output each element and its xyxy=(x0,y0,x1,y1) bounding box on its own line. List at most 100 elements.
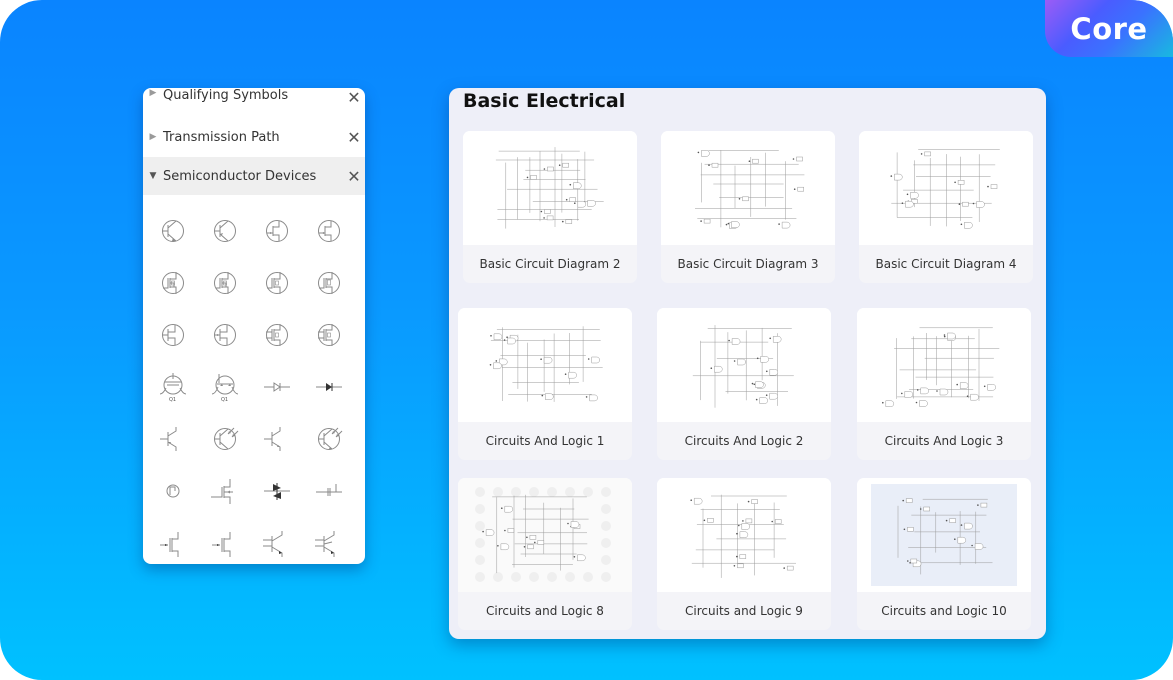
symbol-dual-gate-mosfet-q1[interactable]: Q1 xyxy=(147,361,199,413)
category-label: Transmission Path xyxy=(163,129,280,145)
circuit-diagram-preview xyxy=(871,484,1017,586)
n-jfet-icon xyxy=(266,220,288,242)
template-thumbnail xyxy=(857,308,1031,422)
template-card[interactable]: Circuits and Logic 9 xyxy=(657,478,831,630)
close-icon[interactable]: ✕ xyxy=(343,128,365,147)
close-icon[interactable]: ✕ xyxy=(343,167,365,186)
p-mosfet-enh-icon xyxy=(214,272,236,294)
template-card[interactable]: Basic Circuit Diagram 2 xyxy=(463,131,637,283)
n-mosfet-sub-icon xyxy=(266,324,288,346)
symbol-diac[interactable] xyxy=(251,465,303,517)
symbol-n-jfet-alt[interactable] xyxy=(147,309,199,361)
symbol-n-mosfet-bare[interactable] xyxy=(147,517,199,564)
circuit-diagram-preview xyxy=(458,308,632,422)
circuit-diagram-preview xyxy=(661,131,835,245)
npn-multi-emitter-icon xyxy=(263,531,283,557)
template-card[interactable]: Circuits and Logic 10 xyxy=(857,478,1031,630)
template-card[interactable]: Circuits and Logic 8 xyxy=(458,478,632,630)
symbol-dual-gate-mosfet-q1-alt[interactable]: Q1 xyxy=(199,361,251,413)
symbol-n-mosfet-dep[interactable] xyxy=(251,257,303,309)
svg-text:Q1: Q1 xyxy=(221,397,228,403)
n-mosfet-enh-icon xyxy=(162,272,184,294)
template-thumbnail xyxy=(661,131,835,245)
template-caption: Circuits and Logic 9 xyxy=(685,604,803,618)
symbol-grid: Q1 Q1 xyxy=(143,205,365,564)
symbol-phototransistor[interactable] xyxy=(199,413,251,465)
symbol-n-mosfet-enh[interactable] xyxy=(147,257,199,309)
symbol-phototransistor-alt[interactable] xyxy=(303,413,355,465)
triangle-down-icon: ▼ xyxy=(149,171,157,181)
circuit-diagram-preview xyxy=(657,478,831,592)
symbol-pnp-transistor[interactable] xyxy=(199,205,251,257)
template-caption: Circuits and Logic 8 xyxy=(486,604,604,618)
symbol-p-mosfet-dep[interactable] xyxy=(303,257,355,309)
p-mosfet-sub-icon xyxy=(318,324,340,346)
template-caption: Circuits And Logic 1 xyxy=(485,434,605,448)
pnp-multi-emitter-icon xyxy=(315,531,335,557)
category-semiconductor-devices[interactable]: ▼ Semiconductor Devices ✕ xyxy=(143,157,365,195)
template-card[interactable]: Basic Circuit Diagram 4 xyxy=(859,131,1033,283)
diode-icon xyxy=(264,382,290,392)
circuit-diagram-preview xyxy=(859,131,1033,245)
template-caption: Basic Circuit Diagram 2 xyxy=(479,257,621,271)
template-caption: Basic Circuit Diagram 3 xyxy=(677,257,819,271)
npn-transistor-bare-icon xyxy=(160,427,177,451)
section-title: Basic Electrical xyxy=(463,90,626,112)
symbol-p-mosfet-bare[interactable] xyxy=(199,517,251,564)
diode-filled-icon xyxy=(316,383,342,391)
diac-icon xyxy=(264,483,290,500)
dual-gate-mosfet-q1-icon: Q1 xyxy=(159,373,187,403)
svg-text:Q1: Q1 xyxy=(169,397,176,403)
category-qualifying-symbols[interactable]: ▶ Qualifying Symbols ✕ xyxy=(143,88,365,108)
templates-panel: Basic Electrical Basic Circuit Diagram 2… xyxy=(449,88,1046,639)
badge-label: Core xyxy=(1070,11,1148,46)
igfet-icon xyxy=(211,479,233,504)
triangle-right-icon: ▶ xyxy=(149,132,157,142)
template-thumbnail xyxy=(458,478,632,592)
symbol-pnp-multi-emitter[interactable] xyxy=(303,517,355,564)
pnp-transistor-bare-icon xyxy=(264,427,281,451)
circuit-diagram-preview xyxy=(657,308,831,422)
n-jfet-alt-icon xyxy=(162,324,184,346)
circuit-diagram-preview xyxy=(857,308,1031,422)
symbol-n-jfet[interactable] xyxy=(251,205,303,257)
symbol-library-panel: ▶ Qualifying Symbols ✕ ▶ Transmission Pa… xyxy=(143,88,365,564)
template-thumbnail xyxy=(657,478,831,592)
symbol-p-mosfet-enh[interactable] xyxy=(199,257,251,309)
symbol-p-mosfet-sub[interactable] xyxy=(303,309,355,361)
triangle-right-icon: ▶ xyxy=(149,88,157,98)
symbol-tunnel-device[interactable] xyxy=(147,465,199,517)
symbol-varactor[interactable] xyxy=(303,465,355,517)
template-caption: Circuits and Logic 10 xyxy=(881,604,1007,618)
template-card[interactable]: Circuits And Logic 2 xyxy=(657,308,831,460)
category-label: Semiconductor Devices xyxy=(163,168,317,184)
circuit-diagram-preview xyxy=(458,478,632,592)
phototransistor-alt-icon xyxy=(318,427,343,450)
n-mosfet-bare-icon xyxy=(160,532,179,557)
p-jfet-alt-icon xyxy=(214,324,236,346)
template-card[interactable]: Circuits And Logic 1 xyxy=(458,308,632,460)
symbol-diode-filled[interactable] xyxy=(303,361,355,413)
varactor-icon xyxy=(316,484,342,496)
symbol-igfet[interactable] xyxy=(199,465,251,517)
symbol-npn-transistor[interactable] xyxy=(147,205,199,257)
template-card[interactable]: Circuits And Logic 3 xyxy=(857,308,1031,460)
symbol-n-mosfet-sub[interactable] xyxy=(251,309,303,361)
template-caption: Circuits And Logic 3 xyxy=(884,434,1004,448)
symbol-p-jfet[interactable] xyxy=(303,205,355,257)
category-label: Qualifying Symbols xyxy=(163,88,289,103)
symbol-npn-multi-emitter[interactable] xyxy=(251,517,303,564)
symbol-npn-transistor-bare[interactable] xyxy=(147,413,199,465)
category-transmission-path[interactable]: ▶ Transmission Path ✕ xyxy=(143,117,365,157)
symbol-p-jfet-alt[interactable] xyxy=(199,309,251,361)
template-thumbnail xyxy=(657,308,831,422)
core-badge: Core xyxy=(1045,0,1173,57)
template-thumbnail xyxy=(857,478,1031,592)
p-mosfet-dep-icon xyxy=(318,272,340,294)
template-card[interactable]: Basic Circuit Diagram 3 xyxy=(661,131,835,283)
close-icon[interactable]: ✕ xyxy=(343,88,365,107)
symbol-pnp-transistor-bare[interactable] xyxy=(251,413,303,465)
p-mosfet-bare-icon xyxy=(212,532,231,557)
symbol-diode[interactable] xyxy=(251,361,303,413)
template-thumbnail xyxy=(859,131,1033,245)
